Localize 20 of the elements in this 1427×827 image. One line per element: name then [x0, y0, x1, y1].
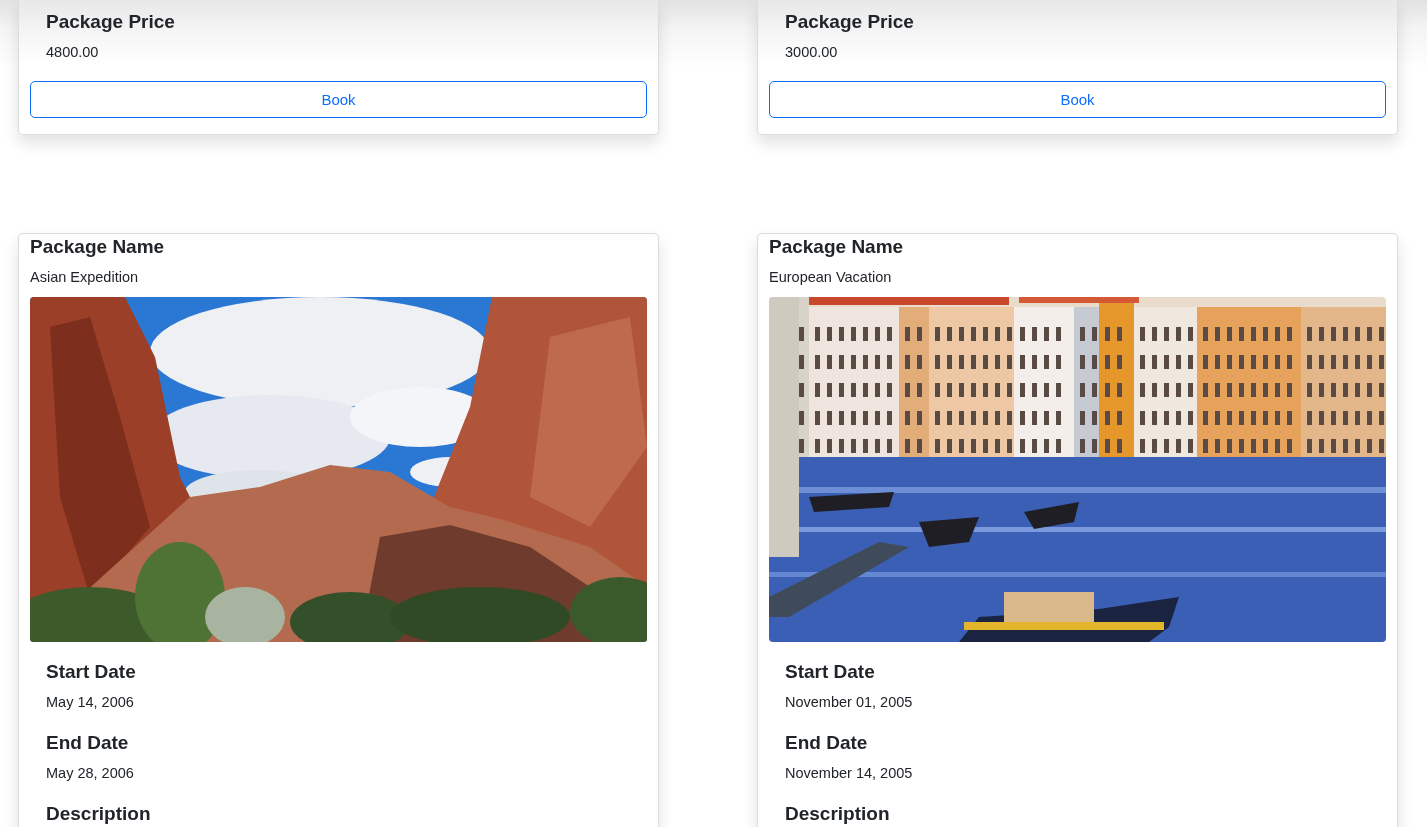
field-label: Description	[46, 802, 152, 825]
field-label: End Date	[46, 731, 130, 754]
field-value: May 14, 2006	[46, 693, 135, 712]
field-label: Package Name	[30, 235, 166, 258]
field-value: November 14, 2005	[785, 764, 914, 783]
field-label: Description	[785, 802, 891, 825]
book-button[interactable]: Book	[769, 81, 1386, 118]
field-value: November 01, 2005	[785, 693, 914, 712]
field-value: May 28, 2006	[46, 764, 135, 783]
field-label: Package Name	[769, 235, 905, 258]
field-label: End Date	[785, 731, 869, 754]
field-value: 3000.00	[785, 43, 839, 62]
field-label: Package Price	[785, 10, 915, 33]
book-button[interactable]: Book	[30, 81, 647, 118]
field-value: European Vacation	[769, 268, 893, 287]
field-value: 4800.00	[46, 43, 100, 62]
field-label: Start Date	[785, 660, 876, 683]
field-label: Start Date	[46, 660, 137, 683]
field-value: Asian Expedition	[30, 268, 139, 287]
field-label: Package Price	[46, 10, 176, 33]
